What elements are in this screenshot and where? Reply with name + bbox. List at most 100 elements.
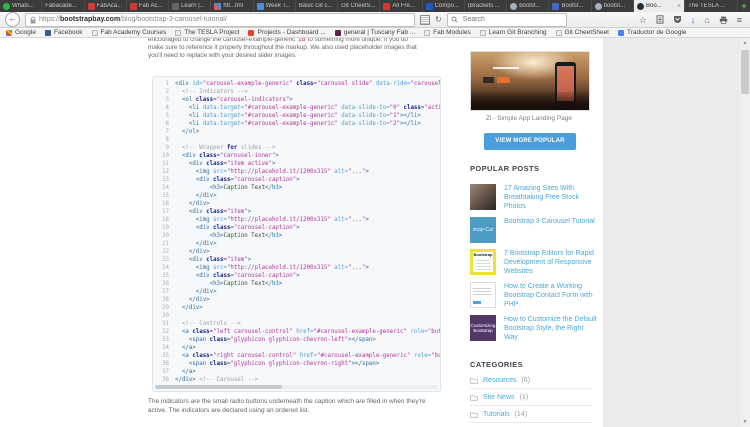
tab[interactable]: Fab Ac... [127,0,170,12]
navigation-toolbar: ← https://bootstrapbay.com/blog/bootstra… [0,12,750,28]
line-number: 25 [162,273,169,279]
code-text: <li data-target="#carousel-example-gener… [188,113,421,119]
tab[interactable]: Compo... [423,0,465,12]
tab[interactable]: Whats... [0,0,43,12]
line-number: 30 [162,313,169,319]
tab[interactable]: The TESLA ... [685,0,738,12]
tab[interactable]: Learn |... [169,0,212,12]
category-item[interactable]: Web Design [470,423,592,427]
category-item[interactable]: Site News (1) [470,389,592,406]
reader-mode-icon[interactable] [420,14,430,25]
downloads-icon[interactable]: ↓ [691,14,696,26]
scroll-up-arrow[interactable]: ▲ [740,38,750,48]
tab[interactable]: bootst... [592,0,634,12]
category-item[interactable]: Resources (6) [470,372,592,389]
popular-post-item[interactable]: 17 Amazing Sites With Breathtaking Free … [470,184,598,211]
tab[interactable]: Fabacade... [42,0,85,12]
reload-button[interactable]: ↻ [435,14,442,26]
code-text: </div> <!-- Carousel --> [175,377,259,383]
code-block[interactable]: 1 <div id="carousel-example-generic" clas… [152,76,441,392]
post-link[interactable]: 7 Bootstrap Editors for Rapid Developmen… [504,249,598,276]
category-link[interactable]: Resources [483,377,516,384]
brackets-favicon-icon [425,2,433,10]
photo-crowd [471,92,589,110]
vertical-scrollbar[interactable]: ▲ ▼ [740,38,750,427]
tab[interactable]: Bootst... [549,0,592,12]
code-horizontal-scrollbar[interactable] [155,385,438,389]
search-input[interactable] [460,15,550,24]
line-number: 7 [165,129,169,135]
bookmark-item[interactable]: Facebook [44,29,83,36]
code-line: 14 <h3>Caption Text</h3> [156,184,440,192]
code-text: <h3>Caption Text</h3> [209,185,283,191]
tab-close-icon[interactable]: × [677,3,681,10]
bookmark-item[interactable]: Git CheetSheet [555,29,609,36]
tab-title: bootst... [603,3,626,9]
line-number: 16 [162,201,169,207]
post-link[interactable]: How to Customize the Default Bootstrap S… [504,315,598,342]
post-link[interactable]: How to Create a Working Bootstrap Contac… [504,282,598,309]
tab[interactable]: Basic Git c... [296,0,339,12]
home-icon[interactable]: ⌂ [704,14,709,26]
category-item[interactable]: Tutorials (14) [470,406,592,423]
printer-icon[interactable] [719,16,728,24]
translate-favicon-icon [618,29,624,36]
theme-caption[interactable]: Zi - Simple App Landing Page [455,115,603,122]
new-tab-button[interactable]: + [738,0,750,12]
theme-thumbnail[interactable] [470,51,590,111]
search-box[interactable] [446,12,567,27]
code-line: 10 <div class="carousel-inner"> [156,152,440,160]
scrollbar-thumb[interactable] [155,385,283,389]
tab[interactable]: htt...tml [211,0,254,12]
code-text: <a class="right carousel-control" href="… [181,353,440,359]
google-favicon-icon [6,29,12,36]
code-line: 37 </a> [156,368,440,376]
pocket-icon[interactable] [673,15,682,24]
code-line: 35 <a class="right carousel-control" hre… [156,352,440,360]
category-link[interactable]: Tutorials [483,411,510,418]
post-link[interactable]: Bootstrap 3 Carousel Tutorial [504,217,595,243]
post-thumbnail [470,184,496,210]
code-line: 8 [156,136,440,144]
bookmark-item[interactable]: Fab Academy Courses [91,29,166,36]
dark-favicon-icon [172,2,180,10]
view-more-themes-button[interactable]: VIEW MORE POPULAR THEMES » [484,133,576,161]
search-icon [451,16,458,23]
url-bar[interactable]: https://bootstrapbay.com/blog/bootstrap-… [25,12,415,27]
bookmark-item[interactable]: Learn Git Branching [479,29,547,36]
grid-favicon-icon [214,2,222,10]
popular-posts-list: 17 Amazing Sites With Breathtaking Free … [470,184,598,348]
bookmark-item[interactable]: Projects - Dashboard ... [248,29,326,36]
popular-post-item[interactable]: How to Create a Working Bootstrap Contac… [470,282,598,309]
post-link[interactable]: 17 Amazing Sites With Breathtaking Free … [504,184,598,211]
tab[interactable]: FabAca... [85,0,127,12]
bookmark-item[interactable]: Traductor de Google [618,29,686,36]
tab[interactable]: Week T... [254,0,296,12]
scrollbar-thumb[interactable] [741,50,749,94]
tab-active[interactable]: Boo... × [633,0,686,12]
bookmark-item[interactable]: general | Tuscany Fab ... [334,29,415,36]
category-link[interactable]: Site News [483,394,515,401]
code-text: </div> [195,289,217,295]
popular-post-item[interactable]: Customizing Bootstrap How to Customize th… [470,315,598,342]
back-button[interactable]: ← [5,12,20,27]
bookmark-item[interactable]: The TESLA Project [175,29,239,36]
bookmark-label: The TESLA Project [184,29,240,36]
tab[interactable]: Git CheetS... [338,0,381,12]
bootstrapbay-favicon-icon [636,2,644,10]
popular-post-item[interactable]: Bootstrap 7 Bootstrap Editors for Rapid D… [470,249,598,276]
code-line: 32 <a class="left carousel-control" href… [156,328,440,336]
tab[interactable]: bootst... [507,0,550,12]
popular-post-item[interactable]: strap-Car Bootstrap 3 Carousel Tutorial [470,217,598,243]
bookmarks-menu-icon[interactable] [656,15,664,24]
tab[interactable]: All Fre... [380,0,423,12]
intro-paragraph: encouraged to change the carousel-exampl… [148,38,448,60]
menu-icon[interactable]: ≡ [737,14,742,26]
bookmark-star-icon[interactable]: ☆ [639,14,647,26]
page-viewport: encouraged to change the carousel-exampl… [0,38,750,427]
line-number: 17 [162,209,169,215]
tab[interactable]: (Brackets ... [465,0,508,12]
bookmark-item[interactable]: Fab Modules [424,29,471,36]
scroll-down-arrow[interactable]: ▼ [740,417,750,427]
bookmark-item[interactable]: Google [6,29,36,36]
